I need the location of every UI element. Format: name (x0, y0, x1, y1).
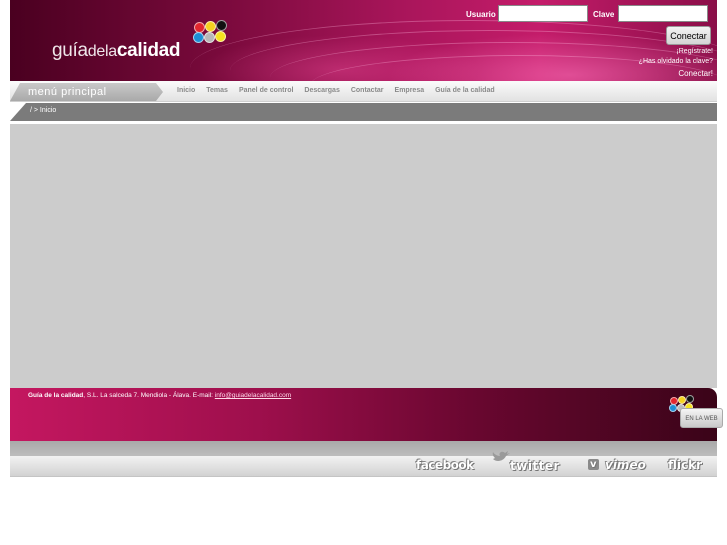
main-menu-bar: menú principal Inicio Temas Panel de con… (10, 81, 717, 102)
flickr-link[interactable]: flickr (668, 458, 702, 472)
main-nav: Inicio Temas Panel de control Descargas … (177, 87, 506, 94)
en-la-web-label: EN LA WEB (685, 416, 718, 422)
nav-item-guia-de-la-calidad[interactable]: Guía de la calidad (435, 87, 495, 94)
social-bar: facebook twitter v vimeo flickr (10, 451, 717, 477)
username-input[interactable] (498, 5, 588, 22)
en-la-web-box: EN LA WEB (680, 408, 723, 428)
menu-title-tab: menú principal (10, 83, 163, 101)
site-logo[interactable]: guíadelacalidad (52, 40, 181, 62)
register-link[interactable]: ¡Regístrate! (676, 48, 713, 55)
footer-email-link[interactable]: info@guiadelacalidad.com (215, 392, 291, 399)
footer-address-text: , S.L. La salceda 7. Mendiola - Álava. E… (83, 392, 213, 399)
header-banner: guíadelacalidad Usuario Clave Conectar ¡… (10, 0, 717, 81)
connect-link[interactable]: Conectar! (678, 69, 713, 78)
nav-item-empresa[interactable]: Empresa (395, 87, 425, 94)
password-label: Clave (593, 10, 615, 19)
connect-button[interactable]: Conectar (666, 26, 711, 45)
twitter-link[interactable]: twitter (510, 459, 560, 473)
logo-dots-icon (192, 18, 232, 48)
breadcrumb-bar: / > Inicio (10, 103, 717, 121)
nav-item-inicio[interactable]: Inicio (177, 87, 195, 94)
en-la-web-badge[interactable]: EN LA WEB (668, 394, 724, 434)
logo-text-dela: dela (87, 43, 117, 60)
banner-decoration (190, 20, 717, 81)
twitter-bird-icon (491, 449, 511, 463)
username-label: Usuario (466, 10, 496, 19)
breadcrumb[interactable]: / > Inicio (30, 107, 56, 114)
facebook-link[interactable]: facebook (416, 458, 474, 472)
footer-company: Guía de la calidad (28, 392, 84, 399)
forgot-password-link[interactable]: ¿Has olvidado la clave? (639, 58, 713, 65)
breadcrumb-notch (10, 103, 26, 121)
logo-text-calidad: calidad (116, 40, 181, 61)
menu-title: menú principal (28, 86, 107, 98)
nav-item-temas[interactable]: Temas (206, 87, 228, 94)
password-input[interactable] (618, 5, 708, 22)
footer-address: Guía de la calidad, S.L. La salceda 7. M… (28, 392, 291, 399)
nav-item-panel-de-control[interactable]: Panel de control (239, 87, 293, 94)
footer: Guía de la calidad, S.L. La salceda 7. M… (10, 388, 723, 441)
nav-item-descargas[interactable]: Descargas (304, 87, 339, 94)
footer-divider (10, 441, 717, 456)
vimeo-v-icon: v (588, 459, 599, 470)
logo-text-guia: guía (52, 40, 88, 61)
vimeo-label: vimeo (605, 458, 646, 472)
main-content (10, 124, 717, 388)
nav-item-contactar[interactable]: Contactar (351, 87, 384, 94)
